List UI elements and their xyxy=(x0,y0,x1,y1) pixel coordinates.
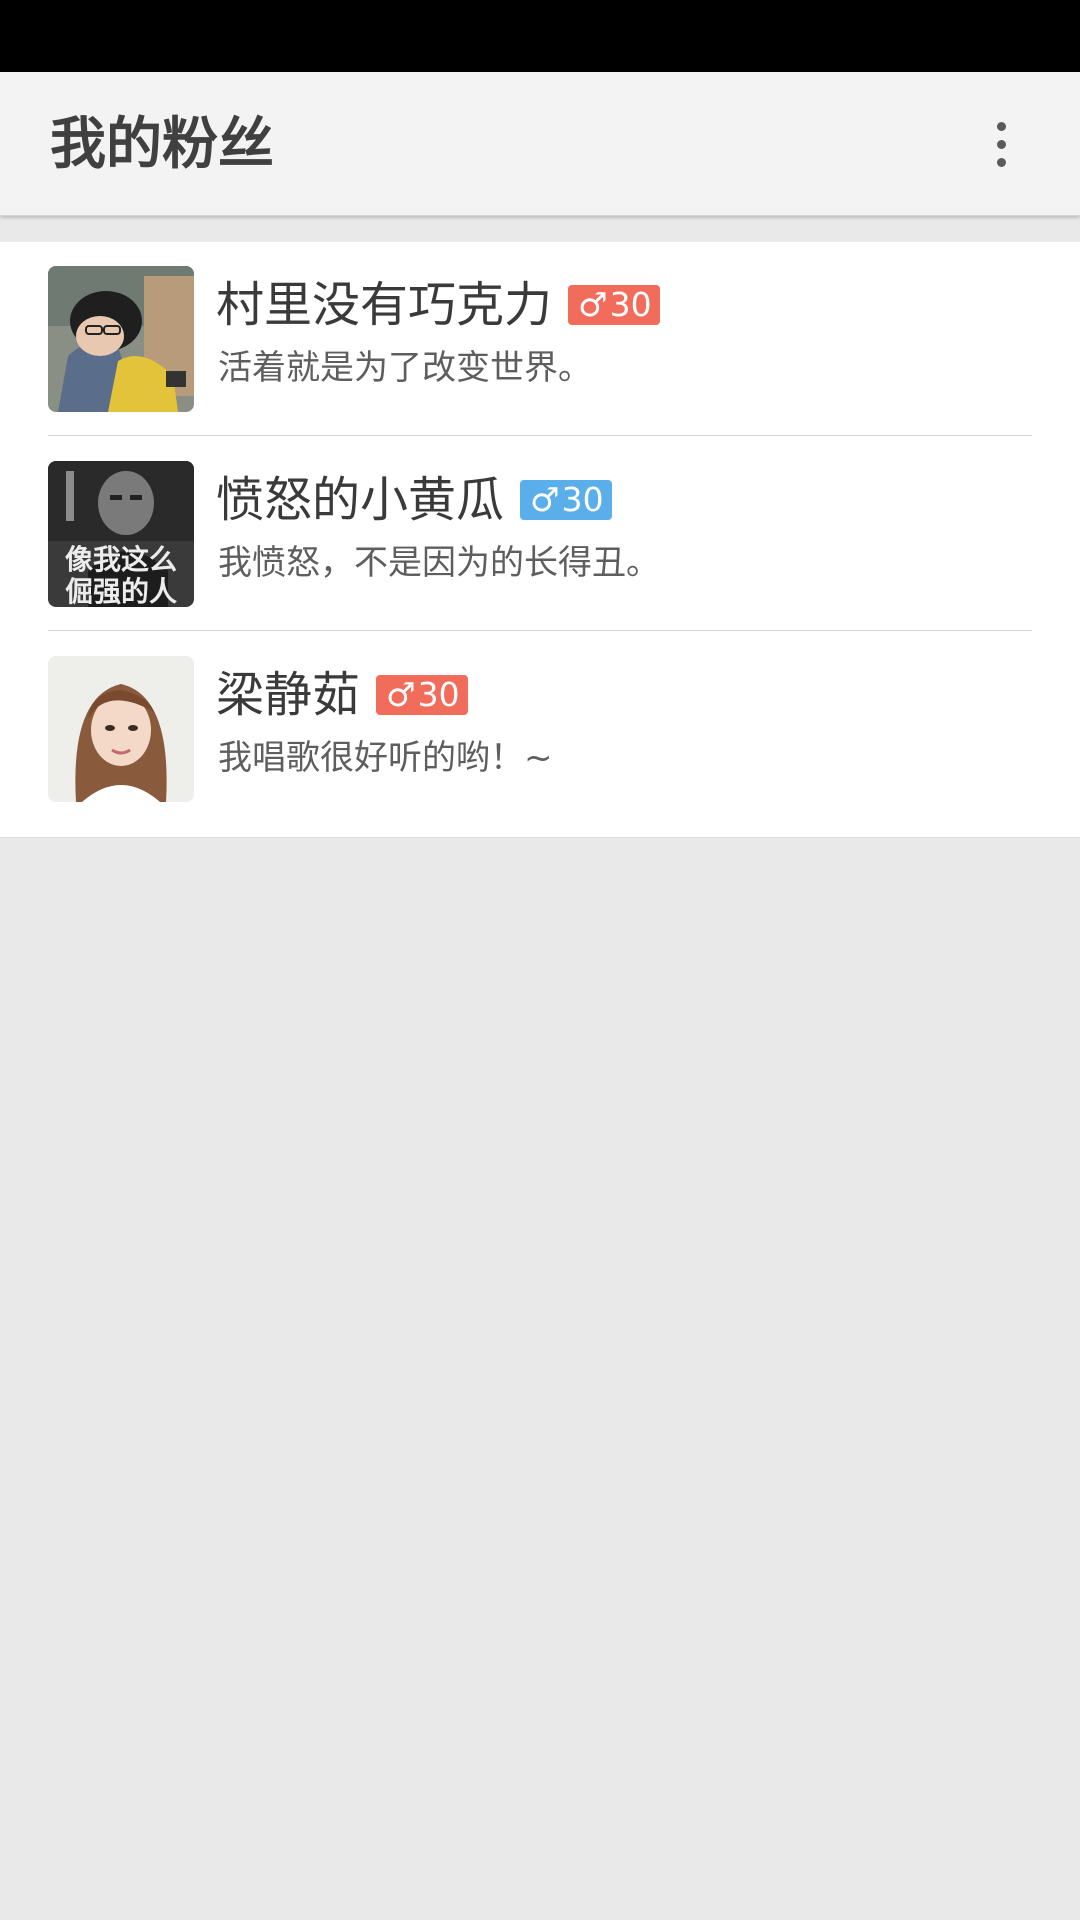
male-icon: ♂ xyxy=(530,480,560,519)
fan-name: 梁静茹 xyxy=(216,667,361,723)
fan-signature: 活着就是为了改变世界。 xyxy=(218,348,592,388)
male-icon: ♂ xyxy=(386,675,416,714)
gender-age-badge: ♂ 30 xyxy=(376,675,468,715)
age-text: 30 xyxy=(417,675,460,714)
fan-list: 村里没有巧克力 ♂ 30 活着就是为了改变世界。 像我这么 倔强的人 愤怒的小黄… xyxy=(0,242,1080,838)
menu-dot xyxy=(997,158,1006,167)
fan-signature: 我愤怒，不是因为的长得丑。 xyxy=(218,543,660,583)
gender-age-badge: ♂ 30 xyxy=(568,285,660,325)
male-icon: ♂ xyxy=(578,285,608,324)
avatar-poster-text-2: 倔强的人 xyxy=(65,575,177,607)
age-text: 30 xyxy=(561,480,604,519)
avatar-poster-text-1: 像我这么 xyxy=(65,543,177,576)
app-toolbar: 我的粉丝 xyxy=(0,72,1080,216)
name-line: 村里没有巧克力 ♂ 30 xyxy=(216,272,660,338)
age-text: 30 xyxy=(609,285,652,324)
more-vertical-icon[interactable] xyxy=(970,108,1034,180)
divider xyxy=(48,435,1032,436)
name-line: 梁静茹 ♂ 30 xyxy=(216,662,468,728)
fan-name: 村里没有巧克力 xyxy=(216,277,553,333)
menu-dot xyxy=(997,122,1006,131)
fan-signature: 我唱歌很好听的哟！~ xyxy=(218,738,553,778)
status-bar xyxy=(0,0,1080,72)
gender-age-badge: ♂ 30 xyxy=(520,480,612,520)
avatar[interactable] xyxy=(48,656,194,802)
fan-name: 愤怒的小黄瓜 xyxy=(216,472,505,528)
fan-list-item[interactable]: 像我这么 倔强的人 愤怒的小黄瓜 ♂ 30 我愤怒，不是因为的长得丑。 xyxy=(0,437,1080,632)
divider xyxy=(48,630,1032,631)
name-line: 愤怒的小黄瓜 ♂ 30 xyxy=(216,467,612,533)
menu-dot xyxy=(997,140,1006,149)
page-title: 我的粉丝 xyxy=(50,112,274,177)
avatar[interactable] xyxy=(48,266,194,412)
fan-list-item[interactable]: 村里没有巧克力 ♂ 30 活着就是为了改变世界。 xyxy=(0,242,1080,437)
avatar[interactable]: 像我这么 倔强的人 xyxy=(48,461,194,607)
fan-list-item[interactable]: 梁静茹 ♂ 30 我唱歌很好听的哟！~ xyxy=(0,632,1080,827)
